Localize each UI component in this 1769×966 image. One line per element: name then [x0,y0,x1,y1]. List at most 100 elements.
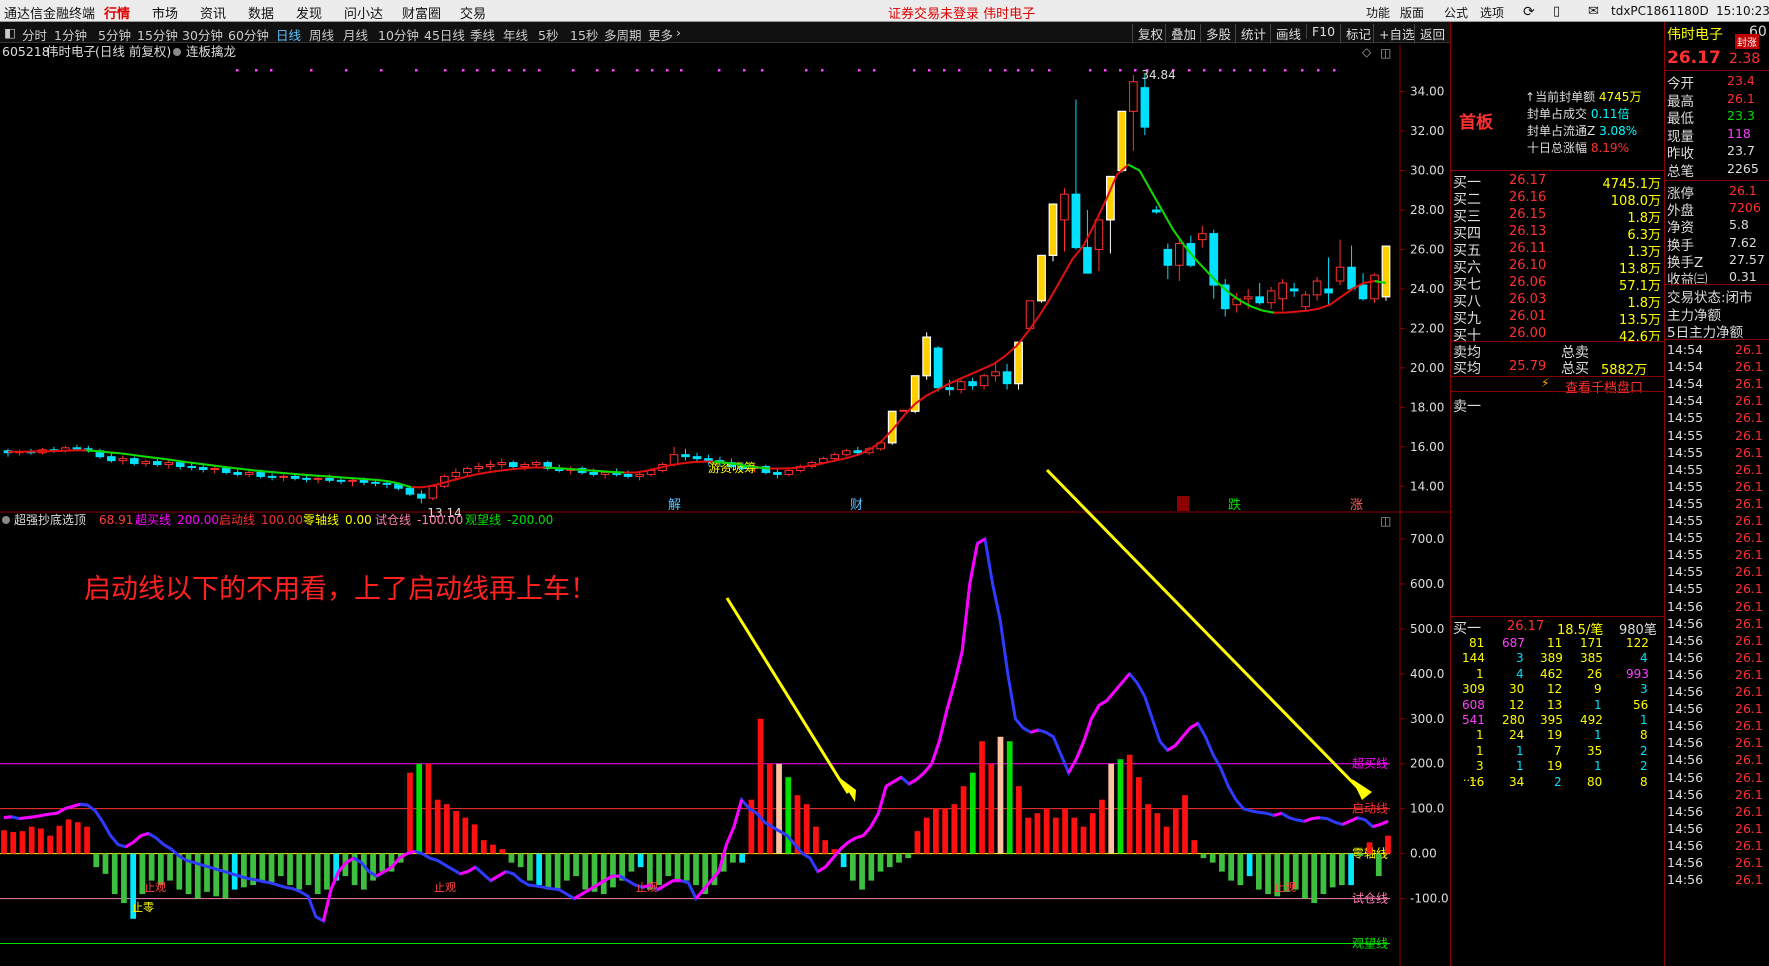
event-marker[interactable]: 解 [668,498,681,513]
refresh-icon[interactable]: ⟳ [1523,4,1535,20]
signal-dot [651,69,654,72]
indicator-curve-segment [657,883,667,891]
indicator-name[interactable]: 超强抄底选顶 [14,512,86,527]
signal-dot [718,69,721,72]
indicator-curve-segment [816,865,827,873]
indicator-bar [407,772,413,854]
event-marker[interactable]: 财 [850,498,863,513]
signal-dot [1317,69,1320,72]
event-marker[interactable]: 跌 [1228,497,1241,513]
bid-row[interactable]: 买七 26.06 57.1万 [1451,274,1665,294]
diamond-icon[interactable]: ◇ [1362,45,1372,59]
bid-row[interactable]: 买八 26.03 1.8万 [1451,291,1665,311]
view-full-book-link[interactable]: 查看千档盘口 [1565,377,1643,396]
indicator-bar [277,853,284,877]
far-right-panel: 伟时电子 60 封涨 26.17 2.38 今开 23.4 最高 26.1 最低 23.3… [1664,22,1769,966]
tick-time: 14:54 [1667,342,1704,357]
signal-dot [492,69,495,72]
indicator-bar [517,853,524,868]
indicator-bar [1099,799,1105,854]
queue-cell: 19 [1547,759,1563,774]
candle [1163,248,1173,266]
signal-dot [943,69,946,72]
indicator-bar [766,763,773,854]
indicator-bar [56,825,63,854]
bid-row[interactable]: 买四 26.13 6.3万 [1451,223,1665,243]
moving-average-segment [243,468,255,472]
candle [669,454,679,466]
signal-dot [1017,69,1020,72]
indicator-bar [1200,853,1207,859]
queue-cell: 81 [1469,636,1485,650]
bid-price: 26.10 [1509,258,1547,273]
maximize-icon[interactable]: ◫ [1380,514,1391,528]
tick-time: 14:56 [1667,632,1704,648]
candle [451,471,461,477]
queue-cell: 1 [1594,697,1602,712]
indicator-bar [1302,853,1308,899]
candle [531,462,541,466]
indicator-bar [776,763,782,854]
bid-price: 26.01 [1509,309,1547,324]
indicator-curve-segment [1173,735,1184,747]
legend-value: -100.00 [417,513,463,527]
queue-cell: 687 [1502,636,1525,650]
price-tick-label: 16.00 [1410,440,1444,454]
signal-dot [1219,69,1222,72]
stat-value: 23.3 [1727,108,1755,123]
indicator-bar [47,835,53,854]
phone-icon[interactable]: ▯ [1553,4,1560,19]
price-tick-label: 18.00 [1410,400,1444,414]
total-buy-label: 总买 [1561,361,1589,377]
event-marker-icon[interactable] [1177,496,1189,511]
tick-time: 14:56 [1667,872,1704,888]
indicator-bar [582,853,589,890]
tick-time: 14:56 [1667,701,1704,717]
signal-dot [1301,69,1304,72]
indicator-bar [1108,763,1115,854]
ten-day-value: 8.19% [1590,141,1629,155]
bid-row[interactable]: 买六 26.10 13.8万 [1451,257,1665,277]
indicator-curve-segment [664,879,674,887]
candle [474,466,484,470]
chart-area[interactable]: 605218 伟时电子 (日线 前复权) 连板擒龙 ◇ ◫ 34.00 32.00… [0,0,1450,966]
indicator-tick-label: -100.0 [1410,892,1449,906]
candle [279,475,288,478]
event-marker[interactable]: 涨 [1350,498,1363,513]
signal-dot [1134,69,1137,72]
candle [1255,296,1264,304]
bid-row[interactable]: 买一 26.17 4745.1万 [1451,172,1665,192]
moving-average-line [8,163,1387,489]
indicator-bar [84,826,90,854]
queue-cell: 608 [1462,697,1485,712]
menu-options[interactable]: 选项 [1480,4,1504,21]
arrow-head-icon [1352,779,1372,800]
queue-cell: 56 [1633,697,1649,712]
maximize-icon[interactable]: ◫ [1380,46,1391,60]
user-id: tdxPC1861180D [1611,4,1709,18]
candle [175,462,185,468]
bid-row[interactable]: 买十 26.00 42.6万 [1451,325,1665,345]
reference-line-label: 超买线 [1352,756,1388,771]
indicator-curve-segment [725,826,736,846]
bid-row[interactable]: 买九 26.01 13.5万 [1451,308,1665,328]
signal-dot [761,69,764,72]
indicator-curve-segment [1379,819,1389,826]
signal-dot [236,69,239,72]
main-indicator-name[interactable]: 连板擒龙 [186,44,236,59]
tick-price: 26.1 [1735,444,1763,460]
bid-row[interactable]: 买五 26.11 1.3万 [1451,240,1665,260]
queue-cell: 1 [1516,743,1524,758]
signal-dot [415,69,418,72]
indicator-bar [536,853,543,886]
queue-cell: 12 [1509,697,1525,712]
bid-row[interactable]: 买三 26.15 1.8万 [1451,206,1665,226]
candle [359,479,369,483]
tick-price: 26.1 [1735,837,1763,853]
indicator-curve-segment [945,682,956,711]
signal-dot [1031,69,1034,72]
indicator-dot-icon [173,48,181,56]
lightning-icon: ⚡ [1541,376,1550,390]
message-icon[interactable]: ✉ [1588,4,1599,19]
bid-row[interactable]: 买二 26.16 108.0万 [1451,189,1665,209]
